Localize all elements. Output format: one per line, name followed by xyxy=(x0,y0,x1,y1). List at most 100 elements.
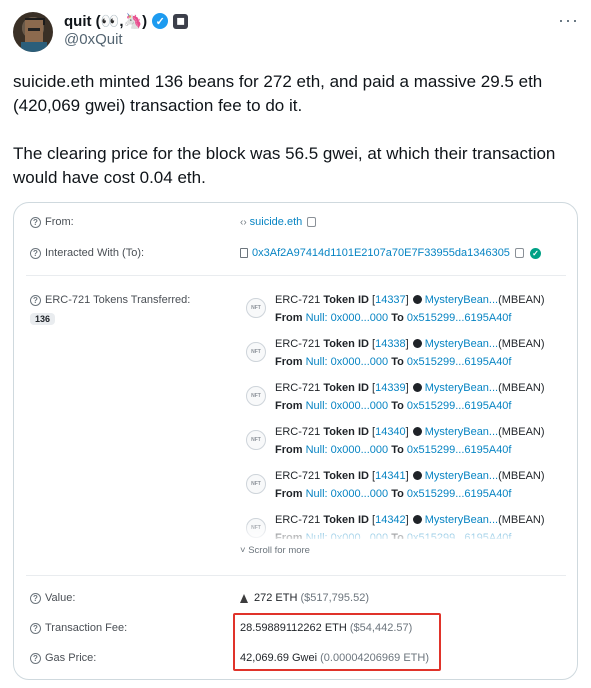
to-word: To xyxy=(391,400,404,412)
scroll-for-more[interactable]: ˅ Scroll for more xyxy=(240,545,310,556)
token-standard: ERC-721 xyxy=(275,426,321,438)
from-address[interactable]: 0x000...000 xyxy=(331,400,389,412)
affiliate-badge-icon[interactable]: ◼ xyxy=(173,13,189,29)
transfer-line: From Null: 0x000...000 To 0x515299...619… xyxy=(275,312,511,324)
collection-logo-icon xyxy=(412,339,422,348)
token-transfer-row: NFT ERC-721 Token ID [14340] MysteryBean..… xyxy=(240,421,570,465)
token-transfer-row: NFT ERC-721 Token ID [14341] MysteryBean..… xyxy=(240,465,570,509)
from-word: From xyxy=(275,444,303,456)
nft-icon: NFT xyxy=(246,386,266,406)
from-address[interactable]: 0x000...000 xyxy=(331,488,389,500)
token-symbol: (MBEAN) xyxy=(498,382,545,394)
token-id-link[interactable]: 14341 xyxy=(375,470,406,482)
token-id-link[interactable]: 14340 xyxy=(375,426,406,438)
token-symbol: (MBEAN) xyxy=(498,426,545,438)
help-circle-icon: ? xyxy=(30,652,41,664)
token-symbol: (MBEAN) xyxy=(498,338,545,350)
ethereum-icon xyxy=(240,593,248,603)
collection-link[interactable]: MysteryBean... xyxy=(425,338,498,350)
author-name-row: quit (👀,🦄) ✓ ◼ xyxy=(64,11,189,31)
contract-file-icon xyxy=(240,248,248,258)
divider xyxy=(26,275,566,276)
tokens-count-badge: 136 xyxy=(30,313,56,325)
token-standard: ERC-721 xyxy=(275,294,321,306)
to-address[interactable]: 0x515299...6195A40f xyxy=(407,312,512,324)
collection-link[interactable]: MysteryBean... xyxy=(425,294,498,306)
to-label-row: ? Interacted With (To): xyxy=(30,247,144,259)
red-highlight-box xyxy=(233,613,441,671)
nft-icon: NFT xyxy=(246,430,266,450)
avatar[interactable] xyxy=(13,12,53,52)
etherscan-screenshot-card[interactable]: ? From: ‹› suicide.eth ? Interacted With… xyxy=(13,202,578,680)
value-amount: 272 ETH xyxy=(254,592,298,604)
from-label: From: xyxy=(45,216,74,228)
token-id-link[interactable]: 14338 xyxy=(375,338,406,350)
token-line: ERC-721 Token ID [14340] MysteryBean...(M… xyxy=(275,426,545,438)
to-address[interactable]: 0x515299...6195A40f xyxy=(407,444,512,456)
token-symbol: (MBEAN) xyxy=(498,470,545,482)
nft-icon: NFT xyxy=(246,298,266,318)
token-symbol: (MBEAN) xyxy=(498,294,545,306)
tweet-paragraph-2: The clearing price for the block was 56.… xyxy=(13,144,556,187)
token-id-link[interactable]: 14339 xyxy=(375,382,406,394)
from-word: From xyxy=(275,400,303,412)
to-value-row: 0x3Af2A97414d1101E2107a70E7F33955da13463… xyxy=(240,247,541,259)
help-circle-icon: ? xyxy=(30,216,41,228)
collection-link[interactable]: MysteryBean... xyxy=(425,382,498,394)
more-options-icon[interactable]: ··· xyxy=(558,10,579,31)
token-id-label: Token ID xyxy=(323,470,369,482)
token-id-link[interactable]: 14337 xyxy=(375,294,406,306)
collection-logo-icon xyxy=(412,295,422,304)
from-label-row: ? From: xyxy=(30,216,74,228)
to-address[interactable]: 0x515299...6195A40f xyxy=(407,488,512,500)
null-label[interactable]: Null: xyxy=(306,312,328,324)
from-address-link[interactable]: suicide.eth xyxy=(250,216,303,228)
author-handle[interactable]: @0xQuit xyxy=(64,31,123,48)
transfer-line: From Null: 0x000...000 To 0x515299...619… xyxy=(275,400,511,412)
null-label[interactable]: Null: xyxy=(306,444,328,456)
to-word: To xyxy=(391,444,404,456)
tokens-label: ERC-721 Tokens Transferred: xyxy=(45,294,191,306)
tweet: quit (👀,🦄) ✓ ◼ @0xQuit ··· suicide.eth m… xyxy=(0,0,591,688)
token-id-label: Token ID xyxy=(323,382,369,394)
to-address[interactable]: 0x515299...6195A40f xyxy=(407,400,512,412)
null-label[interactable]: Null: xyxy=(306,400,328,412)
chevron-down-icon: ˅ xyxy=(240,545,246,556)
gas-label-row: ? Gas Price: xyxy=(30,652,96,664)
nft-icon: NFT xyxy=(246,474,266,494)
list-fade xyxy=(240,525,570,543)
collection-link[interactable]: MysteryBean... xyxy=(425,470,498,482)
collection-logo-icon xyxy=(412,427,422,436)
transfer-line: From Null: 0x000...000 To 0x515299...619… xyxy=(275,356,511,368)
copy-icon[interactable] xyxy=(307,217,317,227)
token-transfer-row: NFT ERC-721 Token ID [14337] MysteryBean..… xyxy=(240,289,570,333)
value-label: Value: xyxy=(45,592,76,604)
collection-logo-icon xyxy=(412,471,422,480)
collection-link[interactable]: MysteryBean... xyxy=(425,426,498,438)
token-line: ERC-721 Token ID [14339] MysteryBean...(M… xyxy=(275,382,545,394)
token-line: ERC-721 Token ID [14341] MysteryBean...(M… xyxy=(275,470,545,482)
token-transfer-row: NFT ERC-721 Token ID [14338] MysteryBean..… xyxy=(240,333,570,377)
copy-icon[interactable] xyxy=(514,248,524,258)
from-address[interactable]: 0x000...000 xyxy=(331,444,389,456)
token-standard: ERC-721 xyxy=(275,470,321,482)
from-address[interactable]: 0x000...000 xyxy=(331,312,389,324)
token-id-label: Token ID xyxy=(323,426,369,438)
to-word: To xyxy=(391,488,404,500)
token-transfers-list[interactable]: NFT ERC-721 Token ID [14337] MysteryBean..… xyxy=(240,289,570,539)
to-address[interactable]: 0x515299...6195A40f xyxy=(407,356,512,368)
transfer-line: From Null: 0x000...000 To 0x515299...619… xyxy=(275,488,511,500)
value-row: 272 ETH ($517,795.52) xyxy=(240,592,369,604)
token-id-label: Token ID xyxy=(323,338,369,350)
to-word: To xyxy=(391,312,404,324)
from-address[interactable]: 0x000...000 xyxy=(331,356,389,368)
display-name[interactable]: quit (👀,🦄) xyxy=(64,12,147,30)
from-word: From xyxy=(275,312,303,324)
code-icon: ‹› xyxy=(240,216,247,228)
value-usd: ($517,795.52) xyxy=(300,592,369,604)
null-label[interactable]: Null: xyxy=(306,356,328,368)
token-standard: ERC-721 xyxy=(275,382,321,394)
to-address-link[interactable]: 0x3Af2A97414d1101E2107a70E7F33955da13463… xyxy=(252,247,510,259)
divider xyxy=(26,575,566,576)
null-label[interactable]: Null: xyxy=(306,488,328,500)
